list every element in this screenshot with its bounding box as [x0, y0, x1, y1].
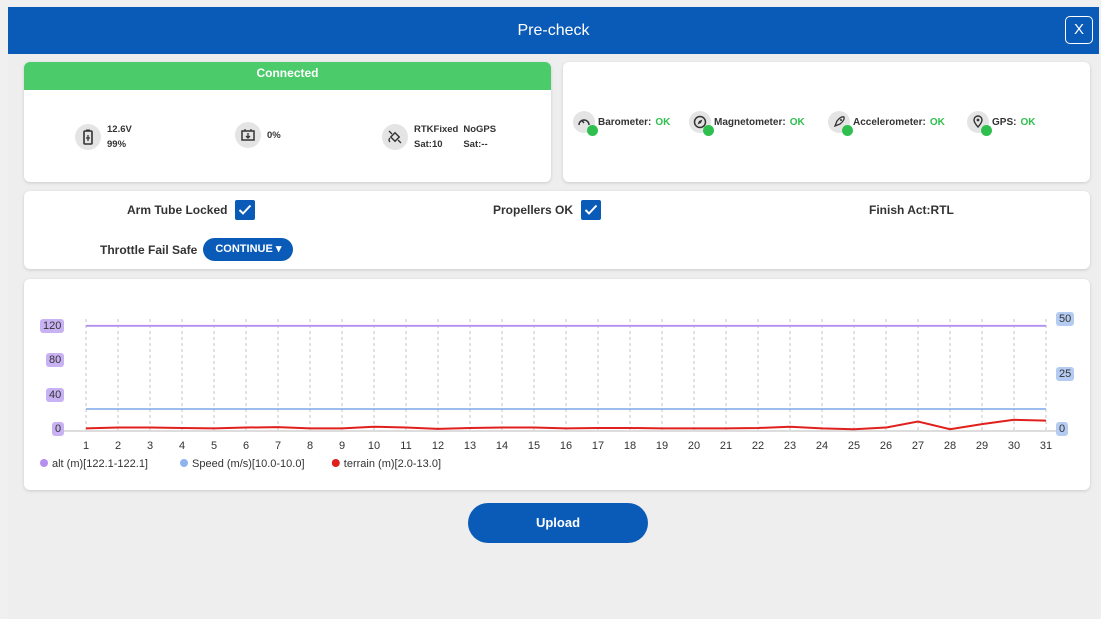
battery-stat: 12.6V 99% — [75, 122, 132, 152]
barometer-icon — [573, 111, 598, 136]
x-tick-label: 6 — [243, 440, 249, 452]
check-icon — [703, 125, 714, 136]
sensor-accelerometer: Accelerometer: OK — [828, 111, 945, 136]
sensor-card: Barometer: OK Magnetometer: OK Accelerom… — [563, 62, 1090, 182]
dialog-title: Pre-check — [517, 22, 590, 39]
propellers-option: Propellers OK — [493, 200, 602, 220]
sensor-magnetometer: Magnetometer: OK — [689, 111, 805, 136]
checkmark-icon — [584, 204, 598, 215]
x-tick-label: 28 — [944, 440, 956, 452]
sensor-barometer: Barometer: OK — [573, 111, 671, 136]
propellers-checkbox[interactable] — [581, 200, 602, 220]
x-tick-label: 25 — [848, 440, 860, 452]
propellers-label: Propellers OK — [493, 203, 574, 217]
x-tick-label: 2 — [115, 440, 121, 452]
gps1-fix: RTKFixed — [414, 124, 459, 135]
x-tick-label: 10 — [368, 440, 380, 452]
x-tick-label: 19 — [656, 440, 668, 452]
sensor-gps: GPS: OK — [967, 111, 1036, 136]
legend-label: Speed (m/s)[10.0-10.0] — [192, 458, 305, 470]
upload-button[interactable]: Upload — [468, 503, 648, 543]
check-icon — [842, 125, 853, 136]
x-tick-label: 4 — [179, 440, 185, 452]
close-button[interactable]: X — [1065, 16, 1093, 44]
x-tick-label: 9 — [339, 440, 345, 452]
throttle-percent: 0% — [267, 129, 281, 141]
dialog-header: Pre-check X — [8, 7, 1099, 54]
x-tick-label: 27 — [912, 440, 924, 452]
x-tick-label: 22 — [752, 440, 764, 452]
x-tick-label: 20 — [688, 440, 700, 452]
gps-stat: RTKFixed Sat:10 NoGPS Sat:-- — [382, 122, 496, 152]
legend-label: terrain (m)[2.0-13.0] — [344, 458, 441, 470]
y-tick-label: 40 — [46, 387, 65, 402]
arm-tube-checkbox[interactable] — [235, 200, 256, 220]
preflight-options-card: Arm Tube Locked Propellers OK Finish Act… — [24, 191, 1090, 269]
x-tick-label: 21 — [720, 440, 732, 452]
check-icon — [981, 125, 992, 136]
arm-tube-option: Arm Tube Locked — [127, 200, 256, 220]
finish-action: Finish Act:RTL — [869, 203, 954, 217]
battery-icon — [75, 124, 101, 150]
gps1-sats: Sat:10 — [414, 139, 443, 150]
x-tick-label: 30 — [1008, 440, 1020, 452]
x-tick-label: 29 — [976, 440, 988, 452]
sensor-status: OK — [789, 116, 805, 128]
sensor-label: Magnetometer: — [714, 116, 786, 128]
y-tick-label: 25 — [1056, 367, 1075, 381]
y-tick-label: 120 — [40, 318, 65, 333]
connection-card: Connected 12.6V 99% 0% RTKFixed Sat:10 N… — [24, 62, 551, 182]
y-tick-label: 80 — [46, 353, 65, 368]
sensor-label: Accelerometer: — [853, 116, 926, 128]
rocket-icon — [828, 111, 853, 136]
y-tick-label: 50 — [1056, 312, 1075, 326]
legend-marker — [40, 459, 48, 467]
legend-label: alt (m)[122.1-122.1] — [52, 458, 148, 470]
battery-percent: 99% — [107, 139, 127, 150]
x-tick-label: 26 — [880, 440, 892, 452]
arm-tube-label: Arm Tube Locked — [127, 203, 228, 217]
throttle-failsafe-option: Throttle Fail Safe CONTINUE ▾ — [100, 238, 294, 261]
legend-marker — [180, 459, 188, 467]
x-tick-label: 16 — [560, 440, 572, 452]
sensor-status: OK — [1020, 116, 1036, 128]
x-tick-label: 17 — [592, 440, 604, 452]
x-tick-label: 8 — [307, 440, 313, 452]
sensor-label: GPS: — [992, 116, 1017, 128]
x-tick-label: 14 — [496, 440, 508, 452]
x-tick-label: 1 — [83, 440, 89, 452]
y-tick-label: 0 — [52, 422, 65, 436]
throttle-failsafe-dropdown[interactable]: CONTINUE ▾ — [203, 238, 294, 261]
x-tick-label: 23 — [784, 440, 796, 452]
sensor-status: OK — [655, 116, 671, 128]
gps2-fix: NoGPS — [463, 124, 497, 135]
chart-canvas: 1 2 3 4 5 6 7 8 9 10 11 12 13 14 15 16 17 18 19 20 21 22 23 24 2… — [40, 319, 1058, 470]
x-tick-label: 18 — [624, 440, 636, 452]
connection-status: Connected — [24, 62, 551, 90]
throttle-failsafe-label: Throttle Fail Safe — [100, 242, 198, 257]
x-tick-label: 24 — [816, 440, 828, 452]
x-tick-label: 31 — [1040, 440, 1052, 452]
sensor-label: Barometer: — [598, 116, 652, 128]
satellite-icon — [382, 124, 408, 150]
x-tick-label: 5 — [211, 440, 217, 452]
checkmark-icon — [239, 204, 252, 215]
mission-profile-chart: 1 2 3 4 5 6 7 8 9 10 11 12 13 14 15 16 17 18 19 20 21 22 23 24 2… — [24, 279, 1090, 490]
check-icon — [587, 125, 598, 136]
compass-icon — [689, 111, 714, 136]
gps2-sats: Sat:-- — [463, 139, 488, 150]
battery-voltage: 12.6V — [107, 124, 132, 135]
x-tick-label: 11 — [400, 440, 411, 452]
x-tick-label: 3 — [147, 440, 153, 452]
throttle-icon — [235, 122, 261, 148]
x-tick-label: 13 — [464, 440, 476, 452]
sensor-status: OK — [929, 116, 945, 128]
x-tick-label: 15 — [528, 440, 540, 452]
location-pin-icon — [967, 111, 992, 136]
x-tick-label: 12 — [432, 440, 444, 452]
throttle-stat: 0% — [235, 122, 281, 148]
legend-marker — [331, 459, 340, 467]
y-tick-label: 0 — [1056, 422, 1069, 436]
x-tick-label: 7 — [275, 440, 281, 452]
